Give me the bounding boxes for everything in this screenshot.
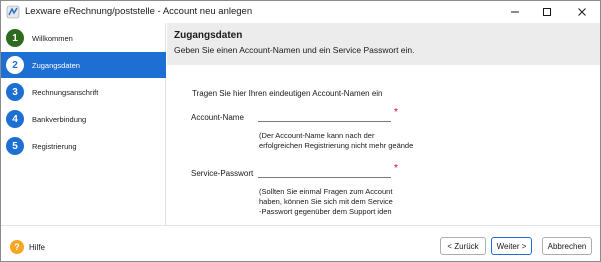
- step-number-badge: 2: [6, 56, 24, 74]
- step-number-badge: 4: [6, 110, 24, 128]
- step-rechnungsanschrift[interactable]: 3 Rechnungsanschrift: [1, 79, 166, 105]
- service-password-label: Service-Passwort: [191, 169, 254, 178]
- window-title: Lexware eRechnung/poststelle - Account n…: [25, 6, 253, 17]
- maximize-icon: [543, 8, 551, 16]
- service-password-note: (Sollten Sie einmal Fragen zum Account h…: [259, 187, 393, 217]
- minimize-button[interactable]: [500, 1, 530, 23]
- maximize-button[interactable]: [532, 1, 562, 23]
- wizard-window: Lexware eRechnung/poststelle - Account n…: [0, 0, 601, 262]
- step-label: Rechnungsanschrift: [32, 87, 99, 97]
- step-label: Willkommen: [32, 33, 73, 43]
- page-title: Zugangsdaten: [174, 30, 243, 41]
- close-button[interactable]: [567, 1, 597, 23]
- step-label: Bankverbindung: [32, 114, 87, 124]
- service-password-input[interactable]: [258, 167, 391, 178]
- steps-sidebar: 1 Willkommen 2 Zugangsdaten 3 Rechnungsa…: [1, 23, 166, 225]
- cancel-button[interactable]: Abbrechen: [542, 237, 592, 255]
- page-header: Zugangsdaten Geben Sie einen Account-Nam…: [167, 23, 600, 65]
- account-name-note: (Der Account-Name kann nach der erfolgre…: [259, 131, 413, 151]
- step-number-badge: 3: [6, 83, 24, 101]
- note-line: (Der Account-Name kann nach der: [259, 131, 375, 140]
- form-intro: Tragen Sie hier Ihren eindeutigen Accoun…: [192, 89, 383, 98]
- close-icon: [578, 8, 586, 16]
- help-link[interactable]: Hilfe: [29, 243, 45, 252]
- step-number-badge: 1: [6, 29, 24, 47]
- step-zugangsdaten[interactable]: 2 Zugangsdaten: [1, 52, 166, 78]
- title-bar: Lexware eRechnung/poststelle - Account n…: [1, 1, 600, 23]
- step-willkommen[interactable]: 1 Willkommen: [1, 25, 166, 51]
- form-area: Tragen Sie hier Ihren eindeutigen Accoun…: [167, 65, 600, 225]
- next-button[interactable]: Weiter >: [491, 237, 532, 255]
- required-marker: *: [394, 107, 398, 118]
- wizard-footer: ? Hilfe < Zurück Weiter > Abbrechen: [1, 225, 600, 261]
- account-name-label: Account-Name: [191, 113, 244, 122]
- minimize-icon: [511, 11, 519, 13]
- note-line: -Passwort gegenüber dem Support iden: [259, 207, 392, 216]
- step-label: Zugangsdaten: [32, 60, 80, 70]
- step-number-badge: 5: [6, 137, 24, 155]
- step-registrierung[interactable]: 5 Registrierung: [1, 133, 166, 159]
- step-label: Registrierung: [32, 141, 77, 151]
- required-marker: *: [394, 163, 398, 174]
- app-logo-icon: [6, 5, 20, 19]
- account-name-input[interactable]: [258, 111, 391, 122]
- back-button[interactable]: < Zurück: [440, 237, 486, 255]
- note-line: haben, können Sie sich mit dem Service: [259, 197, 393, 206]
- note-line: erfolgreichen Registrierung nicht mehr g…: [259, 141, 414, 150]
- page-subtitle: Geben Sie einen Account-Namen und ein Se…: [174, 45, 415, 55]
- step-bankverbindung[interactable]: 4 Bankverbindung: [1, 106, 166, 132]
- help-icon[interactable]: ?: [10, 240, 24, 254]
- note-line: (Sollten Sie einmal Fragen zum Account: [259, 187, 393, 196]
